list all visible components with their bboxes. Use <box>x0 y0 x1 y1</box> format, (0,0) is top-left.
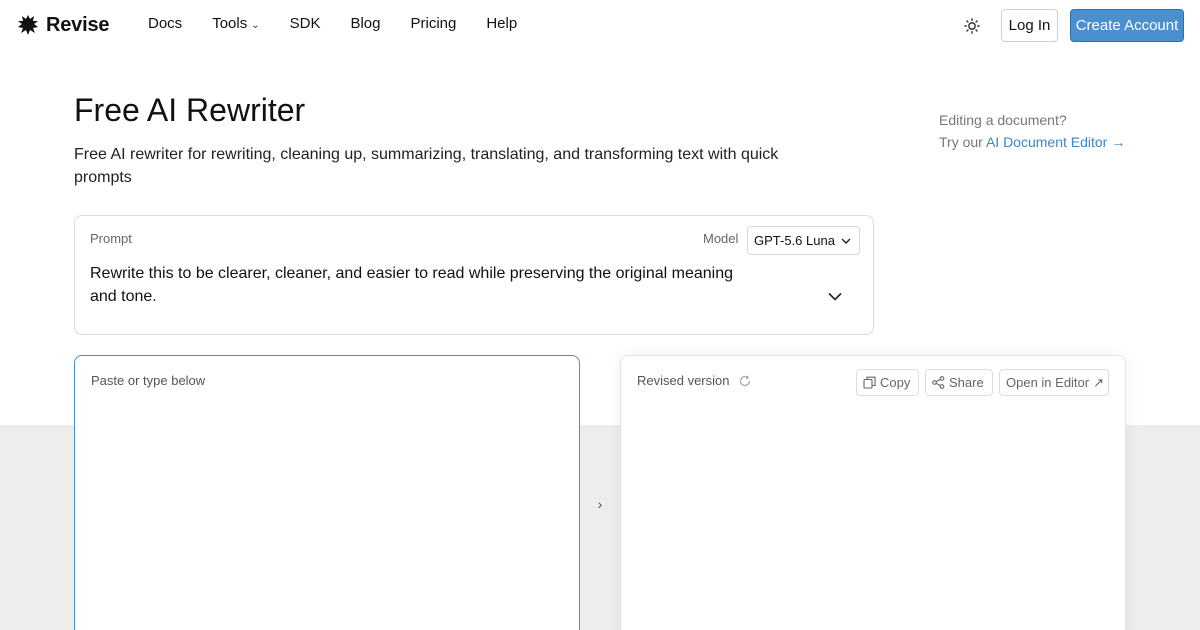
nav-blog[interactable]: Blog <box>350 15 380 32</box>
nav-help[interactable]: Help <box>486 15 517 32</box>
top-nav: Revise Docs Tools ⌄ SDK Blog Pricing Help… <box>0 0 1200 50</box>
nav-label: Blog <box>350 15 381 32</box>
arrow-right-icon: → <box>1111 134 1126 150</box>
output-panel: Revised version Copy Share Open in Edito… <box>620 355 1126 630</box>
share-icon <box>932 376 945 389</box>
create-account-button[interactable]: Create Account <box>1070 9 1184 42</box>
external-link-icon: ↗ <box>1093 374 1105 390</box>
prompt-label: Prompt <box>90 231 132 246</box>
editor-promo-question: Editing a document? <box>939 112 1067 128</box>
share-button[interactable]: Share <box>925 369 993 396</box>
main-nav: Docs Tools ⌄ SDK Blog Pricing Help <box>148 15 547 32</box>
prompt-expand-button[interactable] <box>825 286 845 306</box>
prompt-card: Prompt Model GPT-5.6 Luna Rewrite this t… <box>74 215 874 335</box>
nav-label: SDK <box>289 15 321 32</box>
sun-icon <box>964 18 980 34</box>
nav-label: Docs <box>148 15 183 32</box>
refresh-icon[interactable] <box>738 374 752 388</box>
nav-label: Help <box>486 15 518 32</box>
model-select[interactable]: GPT-5.6 Luna <box>747 226 860 255</box>
nav-docs[interactable]: Docs <box>148 15 182 32</box>
share-label: Share <box>949 375 984 390</box>
editor-promo: Editing a document? Try our AI Document … <box>939 109 1125 153</box>
model-label: Model <box>703 231 739 246</box>
logo-text: Revise <box>46 13 110 36</box>
chevron-down-icon: ⌄ <box>251 19 260 31</box>
output-label: Revised version <box>637 373 730 388</box>
chevron-down-icon <box>841 238 851 244</box>
logo-icon <box>18 15 38 35</box>
page-subtitle: Free AI rewriter for rewriting, cleaning… <box>74 146 779 186</box>
model-value: GPT-5.6 Luna <box>754 233 835 248</box>
input-placeholder: Paste or type below <box>91 373 206 388</box>
chevron-down-icon <box>828 292 842 301</box>
document-editor-link[interactable]: AI Document Editor <box>986 134 1107 150</box>
prompt-text[interactable]: Rewrite this to be clearer, cleaner, and… <box>90 262 750 308</box>
login-button[interactable]: Log In <box>1001 9 1058 42</box>
copy-label: Copy <box>880 375 911 390</box>
theme-toggle-button[interactable] <box>962 16 982 36</box>
page-title: Free AI Rewriter <box>74 92 306 128</box>
open-in-editor-button[interactable]: Open in Editor ↗ <box>999 369 1109 396</box>
nav-label: Pricing <box>410 15 457 32</box>
logo[interactable]: Revise <box>16 12 109 38</box>
nav-pricing[interactable]: Pricing <box>410 15 456 32</box>
nav-sdk[interactable]: SDK <box>290 15 321 32</box>
editor-promo-line: Try our AI Document Editor → <box>939 131 1125 153</box>
nav-label: Tools <box>212 15 248 32</box>
copy-button[interactable]: Copy <box>856 369 919 396</box>
open-in-editor-label: Open in Editor <box>1006 375 1090 390</box>
copy-icon <box>863 376 876 389</box>
editor-promo-prefix: Try our <box>939 134 983 150</box>
input-panel[interactable]: Paste or type below <box>74 355 580 630</box>
nav-tools[interactable]: Tools ⌄ <box>212 15 259 32</box>
chevron-right-icon: › <box>597 496 603 512</box>
